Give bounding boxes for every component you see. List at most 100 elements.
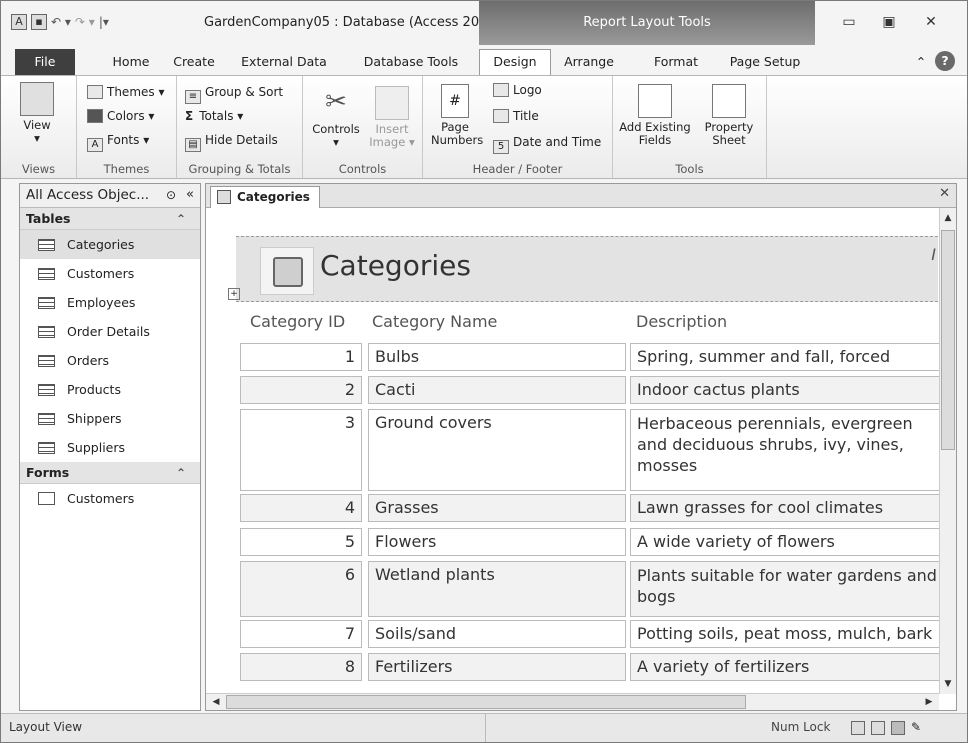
nav-item-order-details[interactable]: Order Details	[20, 317, 200, 346]
horizontal-scroll-thumb[interactable]	[226, 695, 746, 709]
tab-file[interactable]: File	[15, 49, 75, 75]
layout-move-handle-icon[interactable]: +	[228, 288, 240, 300]
cell-category-id[interactable]: 6	[240, 561, 362, 617]
nav-item-categories[interactable]: Categories	[20, 230, 200, 259]
report-header[interactable]: Categories I	[236, 236, 938, 302]
vertical-scroll-thumb[interactable]	[941, 230, 955, 450]
nav-collapse-icon[interactable]: «	[186, 184, 194, 206]
cell-description[interactable]: Plants suitable for water gardens and bo…	[630, 561, 940, 617]
scroll-right-icon[interactable]: ▶	[921, 694, 937, 710]
fonts-icon: A	[87, 138, 103, 152]
save-icon[interactable]: ▪	[31, 14, 47, 30]
access-app-icon[interactable]: A	[11, 14, 27, 30]
report-view-icon[interactable]	[851, 721, 865, 735]
horizontal-scrollbar[interactable]: ◀ ▶	[206, 693, 939, 710]
report-logo[interactable]	[260, 247, 314, 295]
nav-section-tables[interactable]: Tables ⌃	[20, 208, 200, 230]
customize-qat-icon[interactable]: |▾	[99, 15, 109, 29]
totals-button[interactable]: Σ Totals ▾	[185, 106, 243, 126]
minimize-icon[interactable]: ▭	[837, 15, 861, 31]
redo-icon[interactable]: ↷ ▾	[75, 15, 95, 29]
form-icon	[38, 492, 55, 505]
print-preview-icon[interactable]	[871, 721, 885, 735]
colors-button[interactable]: Colors ▾	[87, 106, 154, 126]
cell-category-id[interactable]: 5	[240, 528, 362, 556]
scroll-up-icon[interactable]: ▲	[940, 210, 956, 226]
column-header-category-id[interactable]: Category ID	[250, 312, 345, 331]
logo-button[interactable]: Logo	[493, 80, 542, 100]
collapse-section-icon[interactable]: ⌃	[176, 208, 186, 230]
nav-dropdown-icon[interactable]: ⊙	[166, 184, 176, 206]
scroll-down-icon[interactable]: ▼	[940, 676, 956, 692]
cell-description[interactable]: Indoor cactus plants	[630, 376, 940, 404]
tab-design[interactable]: Design	[479, 49, 551, 75]
view-button[interactable]: View ▾	[7, 82, 67, 145]
cell-category-name[interactable]: Bulbs	[368, 343, 626, 371]
tab-create[interactable]: Create	[169, 51, 219, 73]
cell-category-name[interactable]: Fertilizers	[368, 653, 626, 681]
cell-category-name[interactable]: Flowers	[368, 528, 626, 556]
views-group: View ▾ Views	[1, 76, 77, 178]
help-icon[interactable]: ?	[935, 51, 955, 71]
cell-description[interactable]: Spring, summer and fall, forced	[630, 343, 940, 371]
cell-description[interactable]: A variety of fertilizers	[630, 653, 940, 681]
nav-pane-header[interactable]: All Access Objec... ⊙ «	[20, 184, 200, 208]
maximize-icon[interactable]: ▣	[877, 15, 901, 31]
column-header-description[interactable]: Description	[636, 312, 727, 331]
page-numbers-button[interactable]: # Page Numbers	[431, 84, 483, 147]
scroll-left-icon[interactable]: ◀	[208, 694, 224, 710]
themes-button[interactable]: Themes ▾	[87, 82, 165, 102]
nav-item-suppliers[interactable]: Suppliers	[20, 433, 200, 462]
cell-category-id[interactable]: 8	[240, 653, 362, 681]
header-footer-group: # Page Numbers Logo Title 5 Date and Time…	[423, 76, 613, 178]
cell-category-name[interactable]: Grasses	[368, 494, 626, 522]
column-header-category-name[interactable]: Category Name	[372, 312, 497, 331]
insert-image-button[interactable]: Insert Image ▾	[365, 86, 419, 149]
add-existing-fields-button[interactable]: Add Existing Fields	[619, 84, 691, 147]
report-title[interactable]: Categories	[320, 249, 471, 282]
tab-page-setup[interactable]: Page Setup	[723, 51, 807, 73]
nav-item-customers-form[interactable]: Customers	[20, 484, 200, 513]
cell-category-id[interactable]: 4	[240, 494, 362, 522]
tab-external-data[interactable]: External Data	[229, 51, 339, 73]
cell-description[interactable]: Herbaceous perennials, evergreen and dec…	[630, 409, 940, 491]
close-document-icon[interactable]: ✕	[939, 186, 950, 201]
fonts-button[interactable]: A Fonts ▾	[87, 130, 149, 152]
nav-section-forms[interactable]: Forms ⌃	[20, 462, 200, 484]
cell-category-id[interactable]: 1	[240, 343, 362, 371]
cell-category-id[interactable]: 2	[240, 376, 362, 404]
controls-button[interactable]: ✂ Controls ▾	[307, 86, 365, 149]
ribbon-collapse-icon[interactable]: ⌃	[913, 51, 929, 73]
design-view-icon[interactable]: ✎	[911, 721, 925, 735]
cell-description[interactable]: A wide variety of flowers	[630, 528, 940, 556]
document-tab[interactable]: Categories	[210, 186, 320, 208]
tab-arrange[interactable]: Arrange	[559, 51, 619, 73]
context-tools-title: Report Layout Tools	[583, 15, 711, 30]
cell-category-name[interactable]: Cacti	[368, 376, 626, 404]
cell-category-name[interactable]: Soils/sand	[368, 620, 626, 648]
tab-format[interactable]: Format	[641, 51, 711, 73]
cell-category-id[interactable]: 7	[240, 620, 362, 648]
cell-category-name[interactable]: Ground covers	[368, 409, 626, 491]
cell-category-name[interactable]: Wetland plants	[368, 561, 626, 617]
tab-home[interactable]: Home	[101, 51, 161, 73]
nav-item-shippers[interactable]: Shippers	[20, 404, 200, 433]
collapse-section-icon[interactable]: ⌃	[176, 462, 186, 484]
cell-description[interactable]: Potting soils, peat moss, mulch, bark	[630, 620, 940, 648]
nav-item-customers[interactable]: Customers	[20, 259, 200, 288]
undo-icon[interactable]: ↶ ▾	[51, 15, 71, 29]
tab-database-tools[interactable]: Database Tools	[351, 51, 471, 73]
cell-description[interactable]: Lawn grasses for cool climates	[630, 494, 940, 522]
layout-view-icon[interactable]	[891, 721, 905, 735]
nav-item-products[interactable]: Products	[20, 375, 200, 404]
vertical-scrollbar[interactable]: ▲ ▼	[939, 208, 956, 694]
title-button[interactable]: Title	[493, 106, 539, 126]
nav-item-orders[interactable]: Orders	[20, 346, 200, 375]
cell-category-id[interactable]: 3	[240, 409, 362, 491]
nav-item-employees[interactable]: Employees	[20, 288, 200, 317]
date-time-button[interactable]: 5 Date and Time	[493, 132, 601, 154]
property-sheet-button[interactable]: Property Sheet	[699, 84, 759, 147]
group-sort-button[interactable]: ≡ Group & Sort	[185, 82, 283, 104]
close-icon[interactable]: ✕	[919, 15, 943, 31]
hide-details-button[interactable]: ▤ Hide Details	[185, 130, 278, 152]
